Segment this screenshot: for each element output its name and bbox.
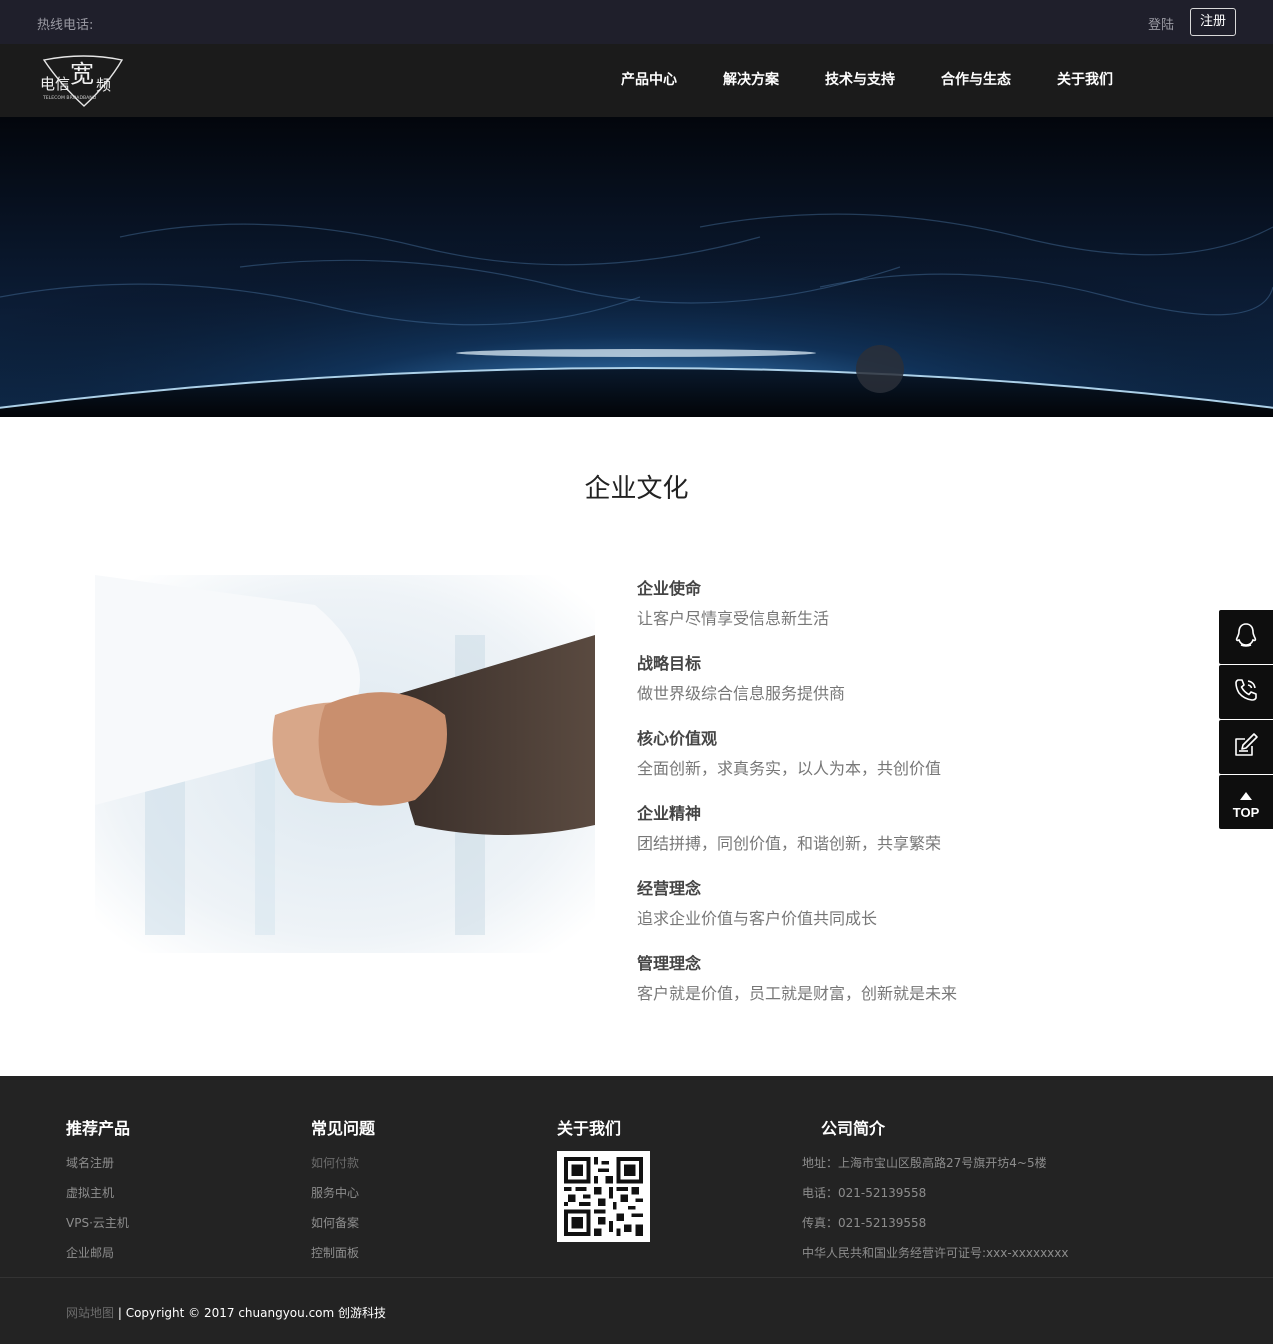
top-bar: 热线电话: 登陆 注册 (0, 0, 1273, 44)
nav-tech-support[interactable]: 技术与支持 (825, 44, 895, 117)
culture-heading: 管理理念 (637, 954, 702, 973)
company-phone: 电话：021-52139558 (802, 1186, 927, 1200)
footer-faq: 常见问题 如何付款 服务中心 如何备案 控制面板 (311, 1118, 375, 1275)
culture-item: 企业使命 让客户尽情享受信息新生活 (637, 578, 1157, 653)
footer-about: 关于我们 (557, 1118, 650, 1242)
culture-item: 战略目标 做世界级综合信息服务提供商 (637, 653, 1157, 728)
top-label: TOP (1232, 804, 1260, 820)
section-title: 企业文化 (584, 474, 689, 504)
culture-text: 做世界级综合信息服务提供商 (637, 684, 846, 703)
nav-products[interactable]: 产品中心 (621, 44, 677, 117)
qq-button[interactable] (1219, 610, 1273, 664)
footer-link[interactable]: 如何付款 (311, 1155, 375, 1185)
hotline-label: 热线电话: (37, 18, 94, 33)
message-button[interactable] (1219, 720, 1273, 774)
culture-list: 企业使命 让客户尽情享受信息新生活 战略目标 做世界级综合信息服务提供商 核心价… (637, 578, 1157, 1028)
company-address: 地址：上海市宝山区殷高路27号旗开坊4~5楼 (802, 1156, 1047, 1170)
footer-products-title: 推荐产品 (66, 1119, 131, 1138)
culture-heading: 战略目标 (637, 654, 702, 673)
nav-about[interactable]: 关于我们 (1057, 44, 1113, 117)
culture-item: 管理理念 客户就是价值，员工就是财富，创新就是未来 (637, 953, 1157, 1028)
login-link[interactable]: 登陆 (1148, 14, 1174, 33)
footer-link[interactable]: 如何备案 (311, 1215, 375, 1245)
culture-heading: 经营理念 (637, 879, 702, 898)
footer: 推荐产品 域名注册 虚拟主机 VPS·云主机 企业邮局 常见问题 如何付款 服务… (0, 1076, 1273, 1344)
footer-divider (0, 1277, 1273, 1278)
arrow-up-icon (1240, 785, 1252, 804)
footer-link[interactable]: 企业邮局 (66, 1245, 130, 1275)
edit-icon (1232, 731, 1260, 763)
culture-text: 让客户尽情享受信息新生活 (637, 609, 830, 628)
footer-company: 公司简介 地址：上海市宝山区殷高路27号旗开坊4~5楼 电话：021-52139… (802, 1118, 1069, 1275)
culture-text: 团结拼搏，同创价值，和谐创新，共享繁荣 (637, 834, 942, 853)
company-fax: 传真：021-52139558 (802, 1216, 927, 1230)
nav-partnership[interactable]: 合作与生态 (941, 44, 1011, 117)
culture-heading: 企业精神 (637, 804, 702, 823)
footer-link[interactable]: VPS·云主机 (66, 1215, 130, 1245)
footer-link[interactable]: 虚拟主机 (66, 1185, 130, 1215)
header: 电信 宽 频 TELECOM BROADBAND 产品中心 解决方案 技术与支持… (0, 44, 1273, 117)
culture-item: 核心价值观 全面创新，求真务实，以人为本，共创价值 (637, 728, 1157, 803)
culture-heading: 企业使命 (637, 579, 702, 598)
footer-link[interactable]: 域名注册 (66, 1155, 130, 1185)
footer-products: 推荐产品 域名注册 虚拟主机 VPS·云主机 企业邮局 (66, 1118, 130, 1275)
svg-text:TELECOM BROADBAND: TELECOM BROADBAND (42, 95, 97, 101)
footer-company-title: 公司简介 (821, 1119, 886, 1138)
register-button[interactable]: 注册 (1190, 8, 1236, 36)
footer-about-title: 关于我们 (557, 1119, 622, 1138)
handshake-image (95, 575, 595, 953)
qq-icon (1232, 621, 1260, 653)
phone-icon (1232, 676, 1260, 708)
nav-solutions[interactable]: 解决方案 (723, 44, 779, 117)
culture-text: 全面创新，求真务实，以人为本，共创价值 (637, 759, 942, 778)
culture-heading: 核心价值观 (637, 729, 718, 748)
logo[interactable]: 电信 宽 频 TELECOM BROADBAND (38, 54, 130, 112)
side-tools: TOP (1219, 610, 1273, 830)
main-nav: 产品中心 解决方案 技术与支持 合作与生态 关于我们 (621, 44, 1159, 117)
company-license: 中华人民共和国业务经营许可证号:xxx-xxxxxxxx (802, 1246, 1069, 1260)
sitemap-link[interactable]: 网站地图 (66, 1306, 114, 1320)
hero-banner (0, 117, 1273, 417)
svg-text:频: 频 (96, 76, 111, 94)
phone-button[interactable] (1219, 665, 1273, 719)
culture-item: 经营理念 追求企业价值与客户价值共同成长 (637, 878, 1157, 953)
copyright: 网站地图 | Copyright © 2017 chuangyou.com 创游… (66, 1304, 386, 1321)
footer-faq-title: 常见问题 (311, 1119, 376, 1138)
back-to-top-button[interactable]: TOP (1219, 775, 1273, 829)
culture-item: 企业精神 团结拼搏，同创价值，和谐创新，共享繁荣 (637, 803, 1157, 878)
qr-code (557, 1151, 650, 1242)
culture-text: 客户就是价值，员工就是财富，创新就是未来 (637, 984, 958, 1003)
svg-text:电信: 电信 (40, 75, 70, 93)
copyright-text: | Copyright © 2017 chuangyou.com 创游科技 (117, 1306, 387, 1320)
footer-link[interactable]: 服务中心 (311, 1185, 375, 1215)
footer-link[interactable]: 控制面板 (311, 1245, 375, 1275)
svg-text:宽: 宽 (70, 60, 94, 88)
culture-text: 追求企业价值与客户价值共同成长 (637, 909, 878, 928)
